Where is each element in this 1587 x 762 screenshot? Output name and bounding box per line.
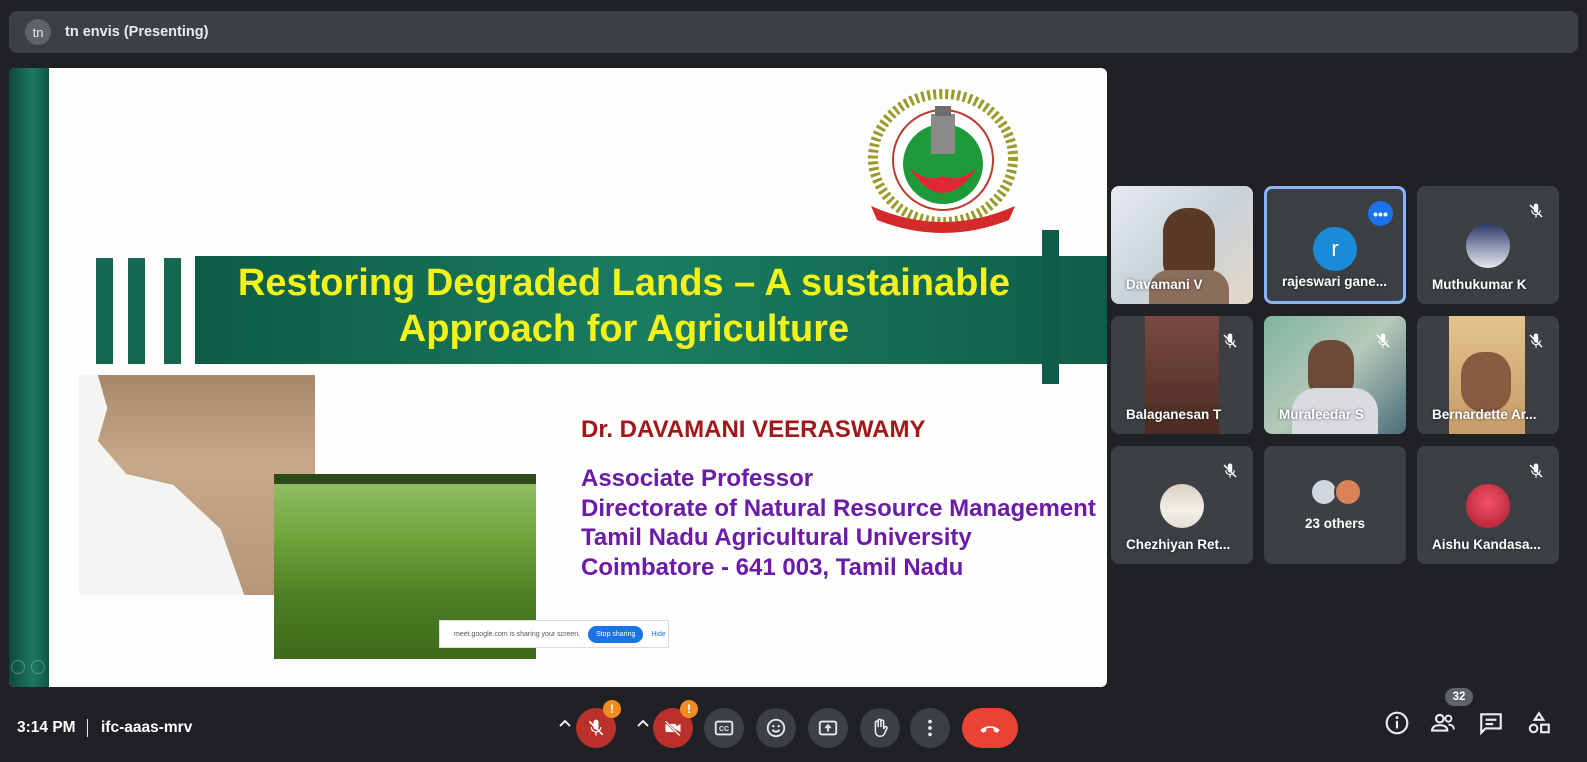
meeting-code: ifc-aaas-mrv bbox=[101, 719, 193, 736]
slide-deco-bar bbox=[96, 258, 113, 364]
slide-deco-bar-right bbox=[1042, 230, 1059, 384]
meeting-info-icon[interactable] bbox=[1384, 710, 1410, 736]
people-icon[interactable] bbox=[1430, 710, 1456, 736]
chevron-up-icon[interactable] bbox=[557, 716, 573, 732]
participant-avatar bbox=[1334, 478, 1362, 506]
leave-call-button[interactable] bbox=[962, 708, 1018, 748]
mic-off-icon bbox=[1223, 463, 1237, 478]
hide-notice-link[interactable]: Hide bbox=[651, 631, 665, 638]
participant-name: Muthukumar K bbox=[1432, 277, 1527, 292]
captions-button[interactable]: CC bbox=[704, 708, 744, 748]
present-screen-button[interactable] bbox=[808, 708, 848, 748]
hand-icon bbox=[874, 718, 888, 738]
activities-icon[interactable] bbox=[1526, 710, 1552, 736]
presenter-avatar: tn bbox=[25, 19, 51, 45]
participant-tile[interactable]: Muthukumar K bbox=[1417, 186, 1559, 304]
chevron-up-icon[interactable] bbox=[635, 716, 651, 732]
present-icon bbox=[818, 720, 838, 736]
presenter-title: tn envis (Presenting) bbox=[65, 24, 209, 40]
emoji-icon bbox=[766, 718, 786, 738]
participant-tile[interactable]: Balaganesan T bbox=[1111, 316, 1253, 434]
slide-deco-bar bbox=[164, 258, 181, 364]
divider bbox=[87, 719, 88, 737]
camera-off-icon bbox=[664, 720, 681, 737]
participant-name: Davamani V bbox=[1126, 277, 1203, 292]
participant-tile[interactable]: Bernardette Ar... bbox=[1417, 316, 1559, 434]
participant-name: Aishu Kandasa... bbox=[1432, 537, 1541, 552]
participant-avatar bbox=[1466, 484, 1510, 528]
participant-tile[interactable]: Muraleedar S bbox=[1264, 316, 1406, 434]
university-logo bbox=[868, 89, 1018, 233]
participant-avatar bbox=[1160, 484, 1204, 528]
more-vert-icon bbox=[928, 719, 932, 737]
presenter-bar: tn tn envis (Presenting) bbox=[9, 11, 1578, 53]
next-slide-icon[interactable] bbox=[31, 660, 45, 674]
stop-sharing-button[interactable]: Stop sharing bbox=[588, 625, 644, 643]
others-count: 23 others bbox=[1304, 516, 1366, 531]
participant-tile[interactable]: Aishu Kandasa... bbox=[1417, 446, 1559, 564]
captions-icon: CC bbox=[714, 720, 734, 736]
affiliation-line: Coimbatore - 641 003, Tamil Nadu bbox=[581, 553, 964, 581]
slide-nav-controls bbox=[11, 660, 45, 674]
others-tile[interactable]: 23 others bbox=[1264, 446, 1406, 564]
screen-share-notice: meet.google.com is sharing your screen. … bbox=[439, 620, 669, 648]
participant-name: rajeswari gane... bbox=[1282, 274, 1388, 289]
mic-off-icon bbox=[1223, 333, 1237, 348]
hang-up-icon bbox=[980, 726, 1000, 733]
current-time: 3:14 PM bbox=[17, 719, 76, 736]
slide-title-line1: Restoring Degraded Lands – A sustainable bbox=[237, 262, 1011, 304]
more-options-icon[interactable]: ••• bbox=[1368, 201, 1393, 226]
share-notice-text: meet.google.com is sharing your screen. bbox=[454, 630, 581, 638]
raise-hand-button[interactable] bbox=[860, 708, 900, 748]
camera-warning-icon: ! bbox=[680, 700, 698, 718]
mic-off-icon bbox=[588, 719, 604, 736]
participant-name: Chezhiyan Ret... bbox=[1126, 537, 1231, 552]
meeting-controls-bar: 3:14 PM ifc-aaas-mrv ! ! CC 32 bbox=[0, 688, 1587, 762]
participant-name: Muraleedar S bbox=[1279, 407, 1364, 422]
mic-off-icon bbox=[1529, 463, 1543, 478]
participant-avatar: r bbox=[1313, 227, 1357, 271]
mic-warning-icon: ! bbox=[603, 700, 621, 718]
participant-avatar bbox=[1466, 224, 1510, 268]
author-affiliation: Associate Professor Directorate of Natur… bbox=[581, 464, 1096, 582]
participant-count-badge: 32 bbox=[1445, 688, 1473, 706]
mic-off-icon bbox=[1376, 333, 1390, 348]
slide-title-line2: Approach for Agriculture bbox=[398, 308, 850, 350]
participant-tile[interactable]: ••• r rajeswari gane... bbox=[1264, 186, 1406, 304]
slide-deco-bar bbox=[128, 258, 145, 364]
affiliation-line: Tamil Nadu Agricultural University bbox=[581, 524, 972, 551]
affiliation-line: Associate Professor bbox=[581, 465, 814, 492]
author-name: Dr. DAVAMANI VEERASWAMY bbox=[581, 416, 926, 443]
prev-slide-icon[interactable] bbox=[11, 660, 25, 674]
slide-left-bar bbox=[9, 68, 49, 687]
slide-title: Restoring Degraded Lands – A sustainable… bbox=[209, 260, 1039, 352]
chat-icon[interactable] bbox=[1478, 710, 1504, 736]
mic-off-icon bbox=[1529, 333, 1543, 348]
participant-name: Balaganesan T bbox=[1126, 407, 1222, 422]
participant-tile[interactable]: Davamani V bbox=[1111, 186, 1253, 304]
more-options-button[interactable] bbox=[910, 708, 950, 748]
shared-screen[interactable]: Restoring Degraded Lands – A sustainable… bbox=[9, 68, 1107, 687]
mic-off-icon bbox=[1529, 203, 1543, 218]
affiliation-line: Directorate of Natural Resource Manageme… bbox=[581, 494, 1096, 522]
svg-text:CC: CC bbox=[719, 726, 729, 733]
participant-name: Bernardette Ar... bbox=[1432, 407, 1537, 422]
participant-tile[interactable]: Chezhiyan Ret... bbox=[1111, 446, 1253, 564]
reactions-button[interactable] bbox=[756, 708, 796, 748]
